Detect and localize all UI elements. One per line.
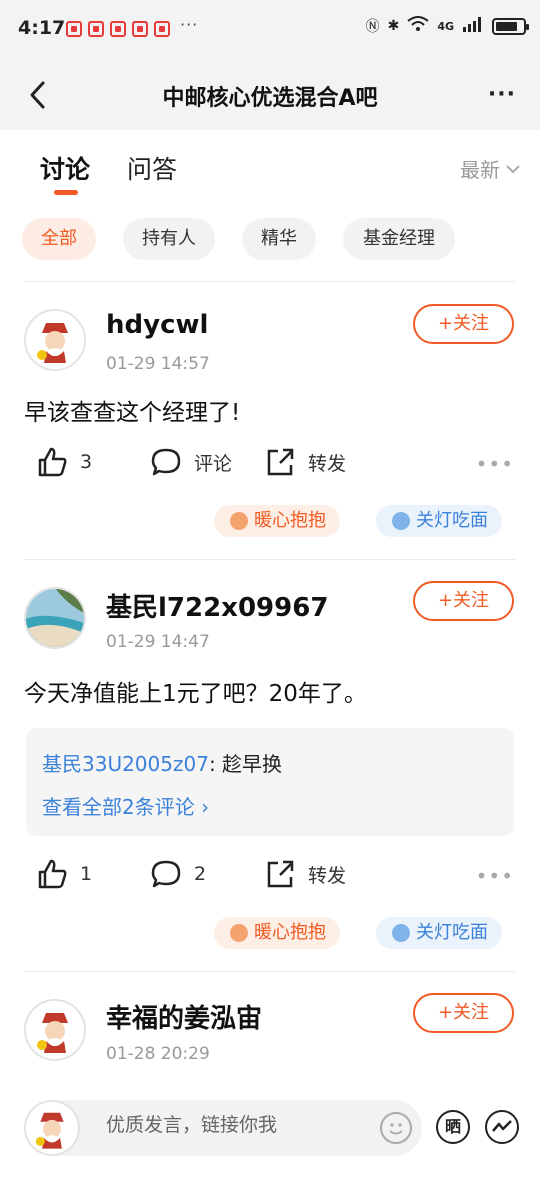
divider (24, 971, 516, 972)
comment-text: : 趁早换 (208, 752, 283, 776)
more-options-icon[interactable]: ··· (488, 82, 516, 107)
fortune-god-avatar-icon (26, 1001, 84, 1059)
bluetooth-icon: ✱ (387, 18, 400, 34)
tab-discussion[interactable]: 讨论 (40, 150, 90, 186)
reaction-warm-hug[interactable]: 暖心抱抱 (214, 505, 340, 537)
divider (24, 559, 516, 560)
nav-bar: 中邮核心优选混合A吧 ··· (0, 60, 540, 130)
nfc-icon: Ⓝ (365, 19, 380, 35)
chip-featured[interactable]: 精华 (242, 218, 316, 260)
post-actions: 3 评论 转发 ••• (0, 446, 540, 486)
hug-icon (230, 924, 248, 942)
reaction-label: 关灯吃面 (416, 510, 488, 531)
system-icons: Ⓝ ✱ 4G (365, 16, 529, 36)
chip-holders[interactable]: 持有人 (123, 218, 215, 260)
comment-line: 基民33U2005z07: 趁早换 (42, 748, 282, 777)
comment-bubble-icon (151, 448, 181, 476)
share-icon (267, 448, 294, 476)
follow-button[interactable]: +关注 (413, 993, 514, 1033)
comment-button[interactable]: 评论 (150, 446, 232, 478)
noodle-bowl-icon (392, 512, 410, 530)
like-button[interactable]: 3 (36, 446, 92, 478)
avatar[interactable] (24, 999, 86, 1061)
post-more-icon[interactable]: ••• (476, 452, 514, 476)
sort-dropdown[interactable]: 最新 (460, 154, 520, 183)
username[interactable]: hdycwl (106, 310, 208, 340)
network-type: 4G (437, 19, 454, 33)
emoji-icon[interactable] (380, 1112, 412, 1144)
reaction-label: 暖心抱抱 (254, 510, 326, 531)
reaction-lights-off[interactable]: 关灯吃面 (376, 917, 502, 949)
share-button[interactable]: 转发 (264, 858, 346, 890)
post-time: 01-29 14:47 (106, 632, 210, 652)
comment-button[interactable]: 2 (150, 858, 206, 890)
chip-all[interactable]: 全部 (22, 218, 96, 260)
sort-label: 最新 (460, 158, 500, 182)
divider (24, 281, 516, 282)
my-avatar[interactable] (24, 1100, 80, 1156)
reaction-label: 暖心抱抱 (254, 922, 326, 943)
hug-icon (230, 512, 248, 530)
post-more-icon[interactable]: ••• (476, 864, 514, 888)
like-count: 1 (80, 863, 93, 885)
reaction-lights-off[interactable]: 关灯吃面 (376, 505, 502, 537)
username[interactable]: 基民l722x09967 (106, 587, 328, 624)
fortune-god-avatar-icon (26, 1102, 78, 1154)
fortune-god-avatar-icon (26, 311, 84, 369)
notification-icon (154, 21, 170, 37)
chip-fund-manager[interactable]: 基金经理 (343, 218, 455, 260)
reaction-badges: 暖心抱抱 关灯吃面 (0, 505, 540, 539)
share-icon (267, 860, 294, 888)
signal-icon (462, 16, 484, 36)
view-all-comments-link[interactable]: 查看全部2条评论 › (42, 791, 209, 820)
status-time: 4:17 (18, 17, 66, 39)
comment-input[interactable] (106, 1114, 366, 1136)
thumbs-up-icon (38, 447, 67, 477)
reaction-warm-hug[interactable]: 暖心抱抱 (214, 917, 340, 949)
comment-count: 2 (194, 863, 207, 885)
notification-icon (110, 21, 126, 37)
show-off-icon[interactable]: 晒 (436, 1110, 470, 1144)
tab-bar: 讨论 问答 (0, 130, 540, 200)
comment-label: 评论 (194, 452, 233, 475)
comment-preview[interactable]: 基民33U2005z07: 趁早换 查看全部2条评论 › (26, 728, 514, 836)
tab-qa[interactable]: 问答 (127, 150, 177, 186)
share-label: 转发 (308, 864, 347, 887)
reaction-badges: 暖心抱抱 关灯吃面 (0, 917, 540, 951)
page-title: 中邮核心优选混合A吧 (162, 86, 378, 111)
chevron-down-icon (506, 164, 520, 173)
comment-input-pill[interactable] (26, 1100, 422, 1156)
follow-button[interactable]: +关注 (413, 304, 514, 344)
notification-icon (88, 21, 104, 37)
post-time: 01-28 20:29 (106, 1044, 210, 1064)
share-button[interactable]: 转发 (264, 446, 346, 478)
avatar[interactable] (24, 309, 86, 371)
status-bar: 4:17 ··· Ⓝ ✱ 4G (0, 0, 540, 60)
post-time: 01-29 14:57 (106, 354, 210, 374)
notification-icon (66, 21, 82, 37)
battery-icon (492, 17, 529, 35)
bottom-input-bar: 晒 (0, 1090, 540, 1200)
follow-button[interactable]: +关注 (413, 581, 514, 621)
trend-icon[interactable] (485, 1110, 519, 1144)
notification-icon (132, 21, 148, 37)
like-count: 3 (80, 451, 93, 473)
comment-username[interactable]: 基民33U2005z07 (42, 752, 209, 776)
post-actions: 1 2 转发 ••• (0, 858, 540, 898)
post-content[interactable]: 今天净值能上1元了吧？20年了。 (24, 674, 367, 708)
username[interactable]: 幸福的姜泓宙 (106, 998, 262, 1035)
post-content[interactable]: 早该查查这个经理了! (24, 393, 240, 427)
share-label: 转发 (308, 452, 347, 475)
comment-bubble-icon (151, 860, 181, 888)
noodle-bowl-icon (392, 924, 410, 942)
filter-chips: 全部 持有人 精华 基金经理 (0, 218, 540, 262)
reaction-label: 关灯吃面 (416, 922, 488, 943)
like-button[interactable]: 1 (36, 858, 92, 890)
more-notifications-icon: ··· (180, 15, 199, 34)
wifi-icon (407, 16, 429, 36)
beach-landscape-avatar-icon (26, 589, 84, 647)
thumbs-up-icon (38, 859, 67, 889)
avatar[interactable] (24, 587, 86, 649)
active-tab-indicator (54, 190, 78, 195)
